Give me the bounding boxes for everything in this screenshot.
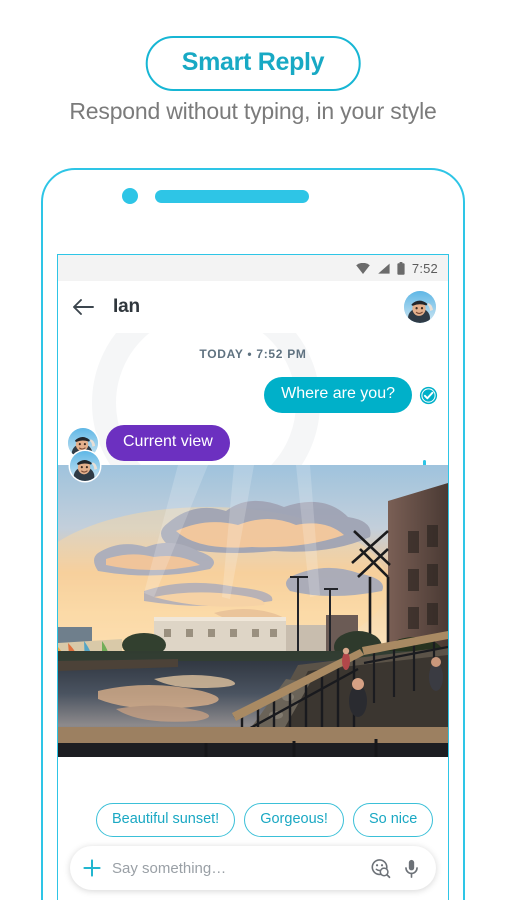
status-bar: 7:52: [58, 255, 448, 281]
conversation-app-bar: Ian: [58, 281, 448, 333]
smart-reply-chip-2[interactable]: Gorgeous!: [244, 803, 344, 837]
cell-signal-icon: [378, 263, 390, 274]
speaker-grill-icon: [154, 189, 309, 203]
message-bubble-incoming[interactable]: Current view: [106, 425, 230, 461]
message-bubble-outgoing[interactable]: Where are you?: [264, 377, 412, 413]
message-row-photo: [58, 451, 448, 757]
composer-container: [58, 846, 448, 900]
smart-reply-chip-list: Beautiful sunset! Gorgeous! So nice: [58, 792, 448, 846]
message-list: TODAY • 7:52 PM Where are you? Current v…: [58, 333, 448, 757]
wifi-icon: [356, 262, 370, 274]
conversation-title: Ian: [113, 296, 140, 317]
back-arrow-icon[interactable]: [72, 298, 94, 316]
message-input[interactable]: [112, 859, 360, 877]
battery-icon: [397, 261, 405, 275]
promo-subtitle: Respond without typing, in your style: [69, 98, 437, 124]
status-bar-clock: 7:52: [411, 260, 438, 276]
conversation-daystamp: TODAY • 7:52 PM: [199, 347, 307, 361]
smart-reply-chip-3[interactable]: So nice: [352, 803, 434, 837]
composer-bar: [70, 846, 436, 890]
smart-reply-chip-1[interactable]: Beautiful sunset!: [96, 803, 236, 837]
message-row-incoming: Current view: [58, 425, 448, 461]
contact-avatar[interactable]: [404, 291, 436, 323]
read-receipt-check-icon: [419, 386, 438, 404]
conversation-body: TODAY • 7:52 PM Where are you? Current v…: [58, 333, 448, 792]
sticker-search-icon[interactable]: [370, 858, 391, 879]
phone-screen: 7:52 Ian TODAY • 7:52 PM Where are you? …: [57, 254, 449, 900]
microphone-icon[interactable]: [401, 858, 422, 879]
phone-mockup: 7:52 Ian TODAY • 7:52 PM Where are you? …: [41, 168, 465, 900]
camera-dot-icon: [121, 188, 138, 204]
plus-icon[interactable]: [82, 858, 102, 878]
promo-badge: Smart Reply: [145, 36, 361, 91]
message-row-outgoing: Where are you?: [58, 377, 448, 413]
sender-avatar-photo[interactable]: [70, 451, 100, 481]
phone-top-bezel: [43, 170, 463, 222]
message-photo-sunset[interactable]: [58, 465, 448, 757]
promo-page: Smart Reply Respond without typing, in y…: [0, 0, 506, 900]
